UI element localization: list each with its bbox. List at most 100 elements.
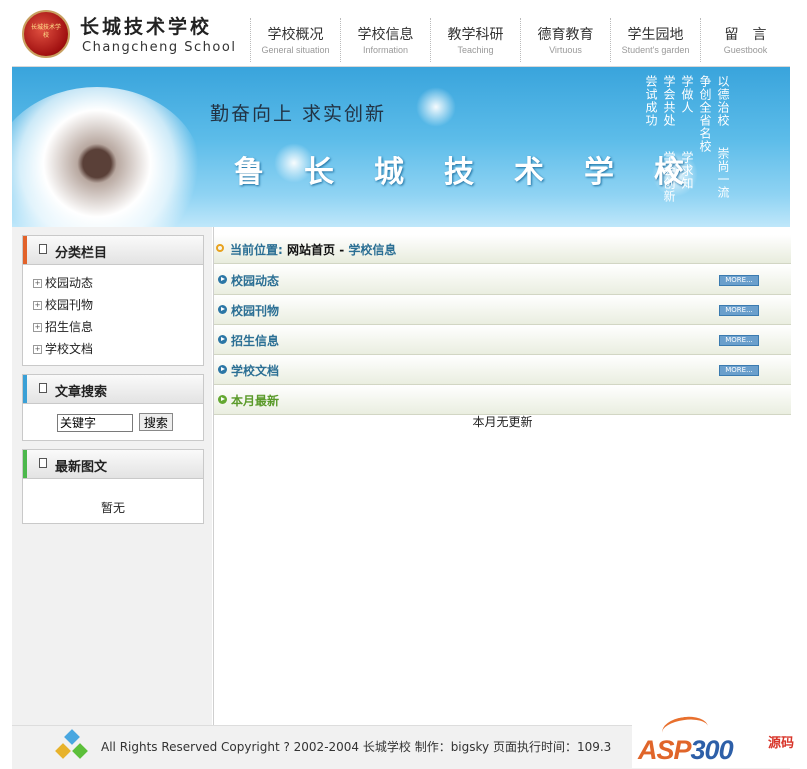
header-accent-bar <box>23 236 27 264</box>
nav-label-cn: 学校概况 <box>267 27 324 43</box>
school-seal-icon: 长城技术学校 <box>22 10 70 58</box>
motto-column: 学求知 <box>680 151 694 190</box>
latest-images-panel: 最新图文 暂无 <box>22 449 204 524</box>
more-button[interactable]: MORE... <box>719 275 759 286</box>
nav-label-en: General situation <box>261 45 330 55</box>
more-button[interactable]: MORE... <box>719 335 759 346</box>
watermark-logo: ASP300 <box>638 735 734 766</box>
banner: 勤奋向上 求实创新 鲁长城技术学校 以德治校 争创全省名校 崇尚一流 学做人 学… <box>12 67 790 227</box>
search-panel: 文章搜索 搜索 <box>22 374 204 441</box>
search-button[interactable]: 搜索 <box>138 413 173 431</box>
asp300-watermark: ASP300 源码 <box>632 713 807 768</box>
category-item-campus-journal[interactable]: + 校园刊物 <box>23 294 203 316</box>
category-label: 校园刊物 <box>45 298 94 312</box>
nav-item-student-garden[interactable]: 学生园地 Student's garden <box>610 18 700 62</box>
nav-label-cn: 教学科研 <box>447 27 504 43</box>
nav-label-cn: 留 言 <box>724 27 767 43</box>
nav-label-en: Teaching <box>457 45 494 55</box>
breadcrumb-label: 当前位置: <box>230 243 283 257</box>
document-icon <box>39 383 47 393</box>
banner-slogan: 勤奋向上 求实创新 <box>210 103 387 125</box>
category-label: 学校文档 <box>45 342 94 356</box>
nav-label-en: Virtuous <box>549 45 582 55</box>
seal-text: 长城技术学校 <box>30 24 61 39</box>
latest-images-title: 最新图文 <box>55 460 108 475</box>
nav-item-school-info[interactable]: 学校信息 Information <box>340 18 430 62</box>
nav-label-en: Student's garden <box>621 45 690 55</box>
expand-plus-icon: + <box>33 301 42 310</box>
nav-item-school-overview[interactable]: 学校概况 General situation <box>250 18 340 62</box>
latest-images-header: 最新图文 <box>23 450 203 479</box>
search-input[interactable] <box>57 413 133 432</box>
motto-column: 尝试成功 <box>644 75 658 127</box>
search-row: 搜索 <box>57 413 173 432</box>
search-title: 文章搜索 <box>55 385 108 400</box>
banner-title: 鲁长城技术学校 <box>234 155 724 190</box>
nav-item-moral-education[interactable]: 德育教育 Virtuous <box>520 18 610 62</box>
cubes-icon <box>55 729 88 762</box>
more-button[interactable]: MORE... <box>719 365 759 376</box>
dandelion-image <box>12 87 202 227</box>
nav-label-en: Guestbook <box>723 45 768 55</box>
category-label: 校园动态 <box>45 276 94 290</box>
copyright-text: All Rights Reserved Copyright ? 2002-200… <box>101 740 612 754</box>
arrow-right-icon <box>218 365 227 374</box>
section-row-month-latest: 本月最新 <box>214 385 791 415</box>
section-label[interactable]: 学校文档 <box>231 362 279 379</box>
latest-images-empty: 暂无 <box>100 501 125 515</box>
motto-column: 争创全省名校 <box>698 75 712 153</box>
breadcrumb-home-link[interactable]: 网站首页 <box>287 243 335 257</box>
header-accent-bar <box>23 450 27 478</box>
site-header: 长城技术学校 长城技术学校 Changcheng School 学校概况 Gen… <box>12 0 790 67</box>
header-accent-bar <box>23 375 27 403</box>
breadcrumb: 当前位置: 网站首页 - 学校信息 <box>214 235 791 264</box>
left-sidebar: 分类栏目 +校园动态 +校园刊物 +招生信息 +学校文档 文章搜索 搜索 <box>12 227 212 768</box>
category-label: 招生信息 <box>45 320 94 334</box>
nav-item-teaching[interactable]: 教学科研 Teaching <box>430 18 520 62</box>
nav-label-en: Information <box>362 45 409 55</box>
light-bubble-decoration <box>416 87 456 127</box>
document-icon <box>39 458 47 468</box>
nav-label-cn: 德育教育 <box>537 27 594 43</box>
watermark-number: 300 <box>690 735 734 765</box>
watermark-asp: ASP <box>638 735 692 765</box>
school-name-cn: 长城技术学校 <box>80 16 213 38</box>
page: 长城技术学校 长城技术学校 Changcheng School 学校概况 Gen… <box>12 0 791 769</box>
motto-column: 学会创新 <box>662 151 676 203</box>
month-latest-label: 本月最新 <box>231 394 280 408</box>
expand-plus-icon: + <box>33 279 42 288</box>
nav-item-guestbook[interactable]: 留 言 Guestbook <box>700 18 790 62</box>
categories-title: 分类栏目 <box>55 246 108 261</box>
ring-icon <box>216 244 224 252</box>
categories-header: 分类栏目 <box>23 236 203 265</box>
school-name-en: Changcheng School <box>82 40 237 55</box>
arrow-right-icon <box>218 335 227 344</box>
document-icon <box>39 244 47 254</box>
breadcrumb-current[interactable]: 学校信息 <box>348 243 396 257</box>
section-row-school-docs[interactable]: 学校文档 MORE... <box>214 355 791 385</box>
category-item-admissions[interactable]: + 招生信息 <box>23 316 203 338</box>
motto-column: 崇尚一流 <box>716 147 730 199</box>
category-item-school-docs[interactable]: + 学校文档 <box>23 338 203 360</box>
section-label[interactable]: 招生信息 <box>231 332 279 349</box>
expand-plus-icon: + <box>33 345 42 354</box>
categories-panel: 分类栏目 + 校园动态 + 校园刊物 + 招生信息 + 学校文档 <box>22 235 204 366</box>
main-content: 当前位置: 网站首页 - 学校信息 校园动态 MORE... 校园刊物 MORE… <box>213 227 791 725</box>
category-item-campus-news[interactable]: + 校园动态 <box>23 272 203 294</box>
section-row-campus-journal[interactable]: 校园刊物 MORE... <box>214 295 791 325</box>
nav-label-cn: 学校信息 <box>357 27 414 43</box>
section-row-campus-news[interactable]: 校园动态 MORE... <box>214 265 791 295</box>
main-nav: 学校概况 General situation 学校信息 Information … <box>250 18 790 62</box>
motto-column: 学做人 <box>680 75 694 114</box>
section-row-admissions[interactable]: 招生信息 MORE... <box>214 325 791 355</box>
arrow-right-icon <box>218 275 227 284</box>
search-header: 文章搜索 <box>23 375 203 404</box>
category-list: + 校园动态 + 校园刊物 + 招生信息 + 学校文档 <box>23 265 203 360</box>
month-latest-empty: 本月无更新 <box>472 415 533 429</box>
arrow-right-icon <box>218 305 227 314</box>
section-label[interactable]: 校园动态 <box>231 272 279 289</box>
breadcrumb-text: 当前位置: 网站首页 - 学校信息 <box>230 241 396 258</box>
more-button[interactable]: MORE... <box>719 305 759 316</box>
section-label[interactable]: 校园刊物 <box>231 302 279 319</box>
breadcrumb-separator: - <box>339 243 345 257</box>
